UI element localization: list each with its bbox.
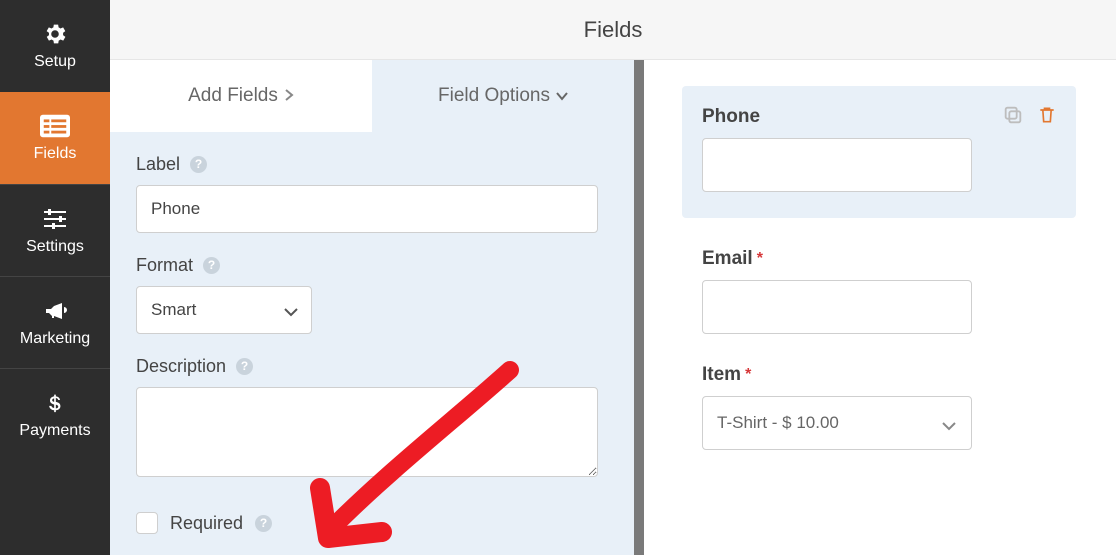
sidenav-item-settings[interactable]: Settings <box>0 184 110 276</box>
label-caption-row: Label ? <box>136 154 608 175</box>
preview-field-label: Email <box>702 248 753 270</box>
options-tabs: Add Fields Field Options <box>110 60 634 132</box>
label-input[interactable] <box>136 185 598 233</box>
options-body: Label ? Format ? Description ? R <box>110 132 634 544</box>
sidenav-label: Setup <box>34 53 76 71</box>
format-select-wrap <box>136 286 312 334</box>
preview-field-phone[interactable]: Phone <box>682 86 1076 218</box>
format-caption: Format <box>136 255 193 276</box>
label-caption: Label <box>136 154 180 175</box>
tab-label: Field Options <box>438 85 550 107</box>
preview-field-label: Phone <box>702 106 760 128</box>
fields-icon <box>40 113 70 139</box>
preview-phone-input[interactable] <box>702 138 972 192</box>
help-icon[interactable]: ? <box>203 257 220 274</box>
page-title: Fields <box>584 17 643 43</box>
description-textarea[interactable] <box>136 387 598 477</box>
bullhorn-icon <box>40 298 70 324</box>
dollar-icon <box>40 390 70 416</box>
required-caption: Required <box>170 513 243 534</box>
trash-icon[interactable] <box>1036 104 1058 126</box>
gear-icon <box>40 21 70 47</box>
preview-field-email[interactable]: Email * <box>702 248 1056 334</box>
sidenav-label: Payments <box>19 422 90 440</box>
sidenav-item-setup[interactable]: Setup <box>0 0 110 92</box>
chevron-right-icon <box>284 85 294 107</box>
sidenav-item-payments[interactable]: Payments <box>0 368 110 460</box>
required-row: Required ? <box>136 512 608 534</box>
sidenav-label: Settings <box>26 238 84 256</box>
required-star: * <box>757 250 763 268</box>
preview-label-row: Email * <box>702 248 1056 270</box>
required-star: * <box>745 366 751 384</box>
side-navigation: Setup Fields Settings Marketing Payments <box>0 0 110 555</box>
required-checkbox[interactable] <box>136 512 158 534</box>
sliders-icon <box>40 206 70 232</box>
format-caption-row: Format ? <box>136 255 608 276</box>
preview-field-label: Item <box>702 364 741 386</box>
sidenav-label: Marketing <box>20 330 90 348</box>
sidenav-item-marketing[interactable]: Marketing <box>0 276 110 368</box>
tab-add-fields[interactable]: Add Fields <box>110 60 372 132</box>
description-caption-row: Description ? <box>136 356 608 377</box>
preview-label-row: Item * <box>702 364 1056 386</box>
help-icon[interactable]: ? <box>190 156 207 173</box>
duplicate-icon[interactable] <box>1002 104 1024 126</box>
preview-item-select[interactable] <box>702 396 972 450</box>
sidenav-label: Fields <box>34 145 77 163</box>
field-actions <box>1002 104 1058 126</box>
preview-item-select-wrap <box>702 396 972 450</box>
form-preview: Phone Email * Item * <box>644 60 1116 555</box>
top-bar: Fields <box>110 0 1116 60</box>
chevron-down-icon <box>556 85 568 107</box>
options-scrollbar-thumb[interactable] <box>634 60 644 330</box>
options-panel: Add Fields Field Options Label ? Format <box>110 60 644 555</box>
builder-area: Add Fields Field Options Label ? Format <box>110 60 1116 555</box>
description-caption: Description <box>136 356 226 377</box>
help-icon[interactable]: ? <box>255 515 272 532</box>
sidenav-item-fields[interactable]: Fields <box>0 92 110 184</box>
format-select[interactable] <box>136 286 312 334</box>
tab-field-options[interactable]: Field Options <box>372 60 634 132</box>
help-icon[interactable]: ? <box>236 358 253 375</box>
tab-label: Add Fields <box>188 85 278 107</box>
preview-email-input[interactable] <box>702 280 972 334</box>
preview-field-item[interactable]: Item * <box>702 364 1056 450</box>
